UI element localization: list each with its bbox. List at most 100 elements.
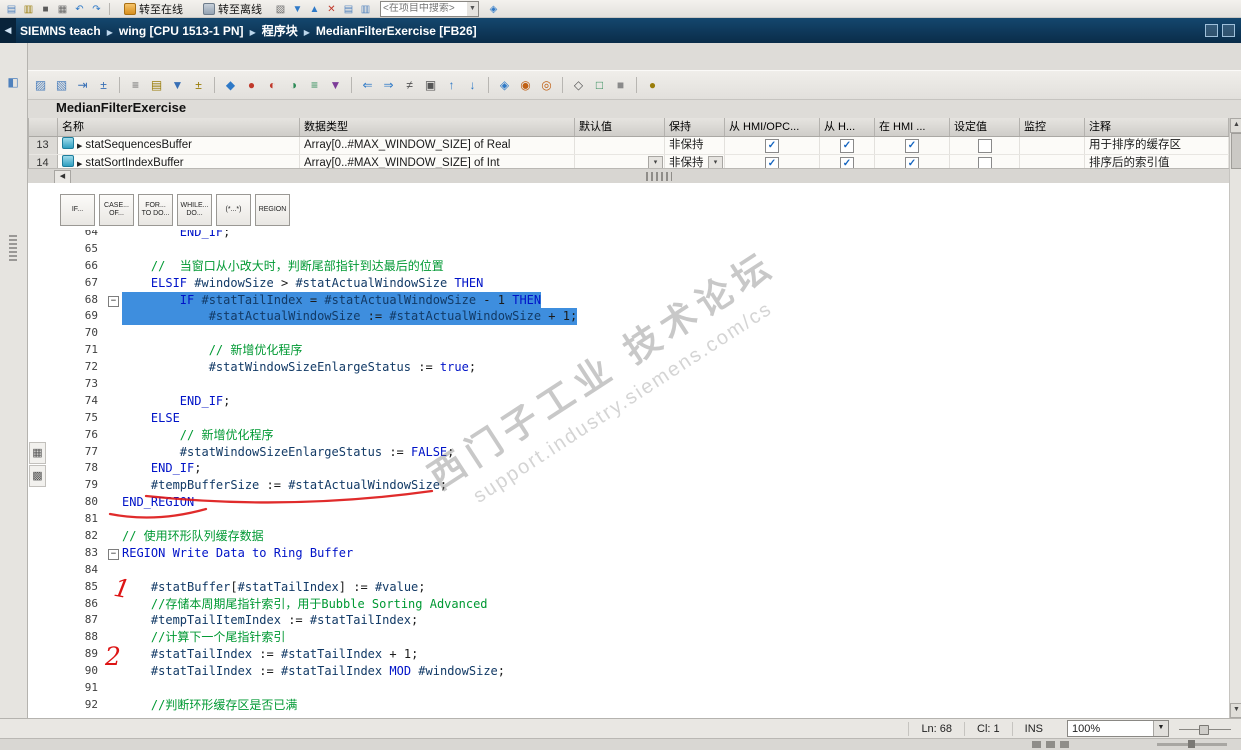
code-line[interactable]: 87 #tempTailItemIndex := #statTailIndex; [28, 612, 1229, 629]
line-number[interactable]: 68 [28, 292, 106, 309]
line-number[interactable]: 86 [28, 596, 106, 613]
column-header[interactable]: 从 HMI/OPC... [725, 118, 820, 136]
default-value-cell[interactable] [575, 137, 665, 154]
line-number[interactable]: 89 [28, 646, 106, 663]
code-line[interactable]: 84 [28, 562, 1229, 579]
code-line[interactable]: 88 //计算下一个尾指针索引 [28, 629, 1229, 646]
code-line[interactable]: 82 // 使用环形队列缓存数据 [28, 528, 1229, 545]
line-number[interactable]: 87 [28, 612, 106, 629]
hmi-opc-checkbox-cell[interactable]: ✓ [725, 155, 820, 168]
link-icon[interactable]: ◈ [486, 3, 501, 16]
setpoint-checkbox-cell[interactable] [950, 155, 1020, 168]
compile-icon[interactable]: ▧ [273, 3, 288, 16]
editor-tool-icon[interactable]: ↑ [443, 77, 460, 94]
line-number[interactable]: 85 [28, 579, 106, 596]
go-offline-button[interactable]: 转至离线 [199, 1, 266, 16]
window-icon[interactable] [1222, 24, 1235, 37]
line-number[interactable]: 71 [28, 342, 106, 359]
table-row[interactable]: 14 ▶ statSortIndexBuffer Array[0..#MAX_WIND… [28, 155, 1229, 168]
cancel-icon[interactable]: ✕ [324, 3, 339, 16]
editor-tool-icon[interactable]: ▼ [169, 77, 186, 94]
line-number[interactable]: 90 [28, 663, 106, 680]
code-text[interactable]: // 新增优化程序 [122, 342, 303, 359]
editor-tool-icon[interactable]: ▼ [327, 77, 344, 94]
code-text[interactable]: //判断环形缓存区是否已满 [122, 697, 297, 714]
comment-cell[interactable]: 用于排序的缓存区 [1085, 137, 1229, 154]
upload-icon[interactable]: ▲ [307, 3, 322, 16]
code-text[interactable]: IF #statTailIndex = #statActualWindowSiz… [122, 291, 542, 309]
snippet-button[interactable]: CASE... OF... [99, 194, 134, 226]
redo-icon[interactable]: ↷ [89, 3, 104, 16]
code-line[interactable]: 74 END_IF; [28, 393, 1229, 410]
column-header[interactable] [28, 118, 58, 136]
code-text[interactable]: // 新增优化程序 [122, 427, 274, 444]
hmi-checkbox-cell[interactable]: ✓ [820, 155, 875, 168]
editor-tool-icon[interactable]: ± [95, 77, 112, 94]
expand-arrow-icon[interactable]: ▶ [77, 161, 82, 168]
code-text[interactable]: ELSIF #windowSize > #statActualWindowSiz… [122, 275, 483, 292]
code-line[interactable]: 71 // 新增优化程序 [28, 342, 1229, 359]
editor-tool-icon[interactable]: □ [591, 77, 608, 94]
column-header[interactable]: 注释 [1085, 118, 1229, 136]
line-number[interactable]: 84 [28, 562, 106, 579]
editor-tool-icon[interactable]: ▧ [53, 77, 70, 94]
new-project-icon[interactable]: ▤ [4, 3, 19, 16]
snippet-button[interactable]: IF... [60, 194, 95, 226]
chevron-down-icon[interactable]: ▼ [1153, 721, 1168, 736]
retain-cell[interactable]: ▾ 非保持 [665, 155, 725, 168]
undo-icon[interactable]: ↶ [72, 3, 87, 16]
checkbox[interactable]: ✓ [840, 139, 854, 153]
code-line[interactable]: 77 #statWindowSizeEnlargeStatus := FALSE… [28, 444, 1229, 461]
scroll-down-icon[interactable]: ▼ [1230, 703, 1241, 718]
column-header[interactable]: 监控 [1020, 118, 1085, 136]
project-search-input[interactable] [381, 3, 467, 14]
code-text[interactable]: //存储本周期尾指针索引，用于Bubble Sorting Advanced [122, 596, 488, 613]
code-text[interactable]: #statWindowSizeEnlargeStatus := true; [122, 359, 476, 376]
zoom-slider-knob[interactable] [1188, 740, 1195, 748]
checkbox[interactable]: ✓ [765, 139, 779, 153]
in-hmi-checkbox-cell[interactable]: ✓ [875, 137, 950, 154]
table-row[interactable]: 13 ▶ statSequencesBuffer Array[0..#MAX_WIND… [28, 137, 1229, 155]
download-icon[interactable]: ▼ [290, 3, 305, 16]
hmi-checkbox-cell[interactable]: ✓ [820, 137, 875, 154]
code-editor[interactable]: 64 END_IF; 65 66 // 当窗口从小改大时，判断尾部指针到达最后的位置… [28, 230, 1229, 718]
fold-toggle-icon[interactable]: − [106, 545, 122, 562]
editor-tool-icon[interactable]: ◉ [517, 77, 534, 94]
split-horizontal-icon[interactable]: ▤ [341, 3, 356, 16]
code-line[interactable]: 78 END_IF; [28, 460, 1229, 477]
column-header[interactable]: 保持 [665, 118, 725, 136]
splitter-grip[interactable] [646, 172, 672, 181]
comment-cell[interactable]: 排序后的索引值 [1085, 155, 1229, 168]
column-header[interactable]: 默认值 [575, 118, 665, 136]
default-value-cell[interactable]: ▾ [575, 155, 665, 168]
editor-tool-icon[interactable]: ≡ [127, 77, 144, 94]
editor-tool-icon[interactable]: ◈ [496, 77, 513, 94]
breadcrumb-item[interactable]: 程序块 [262, 24, 298, 38]
code-line[interactable]: 66 // 当窗口从小改大时，判断尾部指针到达最后的位置 [28, 258, 1229, 275]
code-line[interactable]: 69 #statActualWindowSize := #statActualW… [28, 308, 1229, 326]
code-line[interactable]: 91 [28, 680, 1229, 697]
line-number[interactable]: 66 [28, 258, 106, 275]
code-text[interactable]: #statActualWindowSize := #statActualWind… [122, 308, 578, 326]
breadcrumb-item[interactable]: wing [CPU 1513-1 PN] [119, 24, 244, 38]
code-text[interactable]: // 当窗口从小改大时，判断尾部指针到达最后的位置 [122, 258, 444, 275]
code-line[interactable]: 64 END_IF; [28, 230, 1229, 241]
editor-tool-icon[interactable]: ± [190, 77, 207, 94]
setpoint-checkbox-cell[interactable] [950, 137, 1020, 154]
editor-tool-icon[interactable]: ◇ [570, 77, 587, 94]
code-line[interactable]: 81 [28, 511, 1229, 528]
line-number[interactable]: 73 [28, 376, 106, 393]
retain-cell[interactable]: 非保持 [665, 137, 725, 154]
column-header[interactable]: 在 HMI ... [875, 118, 950, 136]
breadcrumb-item[interactable]: SIEMNS teach [20, 24, 101, 38]
column-header[interactable]: 数据类型 [300, 118, 575, 136]
fold-toggle-icon[interactable]: − [106, 292, 122, 309]
code-text[interactable]: #statTailIndex := #statTailIndex + 1; [122, 646, 418, 663]
left-margin-icon[interactable]: ▩ [29, 465, 46, 487]
editor-tool-icon[interactable]: ≡ [306, 77, 323, 94]
panel-grip[interactable] [9, 235, 17, 261]
combo-arrow-icon[interactable]: ▾ [708, 156, 723, 168]
line-number[interactable]: 88 [28, 629, 106, 646]
code-text[interactable]: END_IF; [122, 393, 231, 410]
scrollbar-thumb[interactable] [1231, 133, 1241, 169]
